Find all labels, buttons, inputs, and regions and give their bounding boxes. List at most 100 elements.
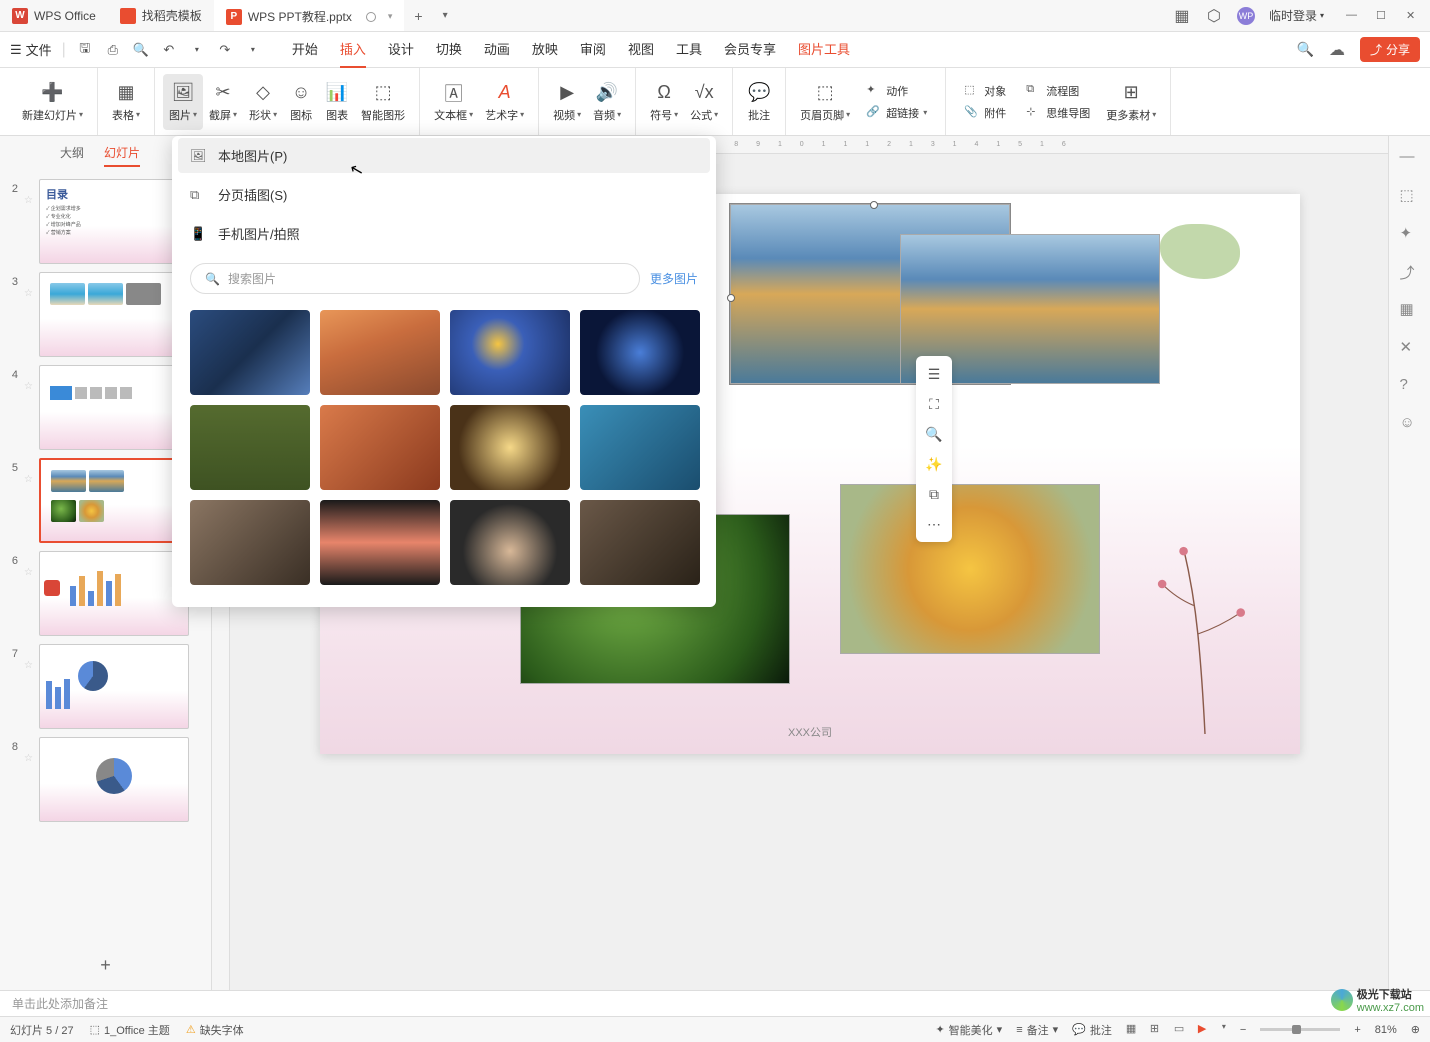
tab-slideshow[interactable]: 放映 bbox=[532, 31, 558, 68]
maximize-button[interactable]: ☐ bbox=[1376, 9, 1390, 23]
dd-thumb-crypto[interactable] bbox=[450, 310, 570, 395]
slide-thumbnail-7[interactable]: 7 ☆ bbox=[0, 640, 211, 733]
undo-icon[interactable]: ↶ bbox=[160, 41, 178, 59]
rs-share-icon[interactable]: ⤴ bbox=[1400, 262, 1420, 282]
float-crop-icon[interactable]: ⛶ bbox=[920, 390, 948, 418]
rs-minus-icon[interactable]: — bbox=[1400, 148, 1420, 168]
tab-picture-tools[interactable]: 图片工具 bbox=[798, 31, 850, 68]
tab-design[interactable]: 设计 bbox=[388, 31, 414, 68]
ribbon-mindmap[interactable]: ⊹思维导图 bbox=[1022, 103, 1094, 123]
status-smart-beautify[interactable]: ✦ 智能美化 ▾ bbox=[935, 1022, 1002, 1038]
ribbon-smartart[interactable]: ⬚ 智能图形 bbox=[355, 74, 411, 130]
ribbon-object[interactable]: ⬚对象 bbox=[960, 81, 1010, 101]
dd-page-illustration[interactable]: ⧉ 分页插图(S) bbox=[172, 175, 716, 214]
dd-local-picture[interactable]: 🖼 本地图片(P) bbox=[178, 138, 710, 173]
view-slideshow-icon[interactable]: ▶ bbox=[1198, 1022, 1214, 1038]
tab-menu-button[interactable]: ▾ bbox=[433, 10, 458, 21]
ribbon-equation[interactable]: √x 公式 ▾ bbox=[684, 74, 724, 130]
ribbon-action[interactable]: ✦动作 bbox=[862, 81, 931, 101]
dd-thumb-cat[interactable] bbox=[190, 500, 310, 585]
view-sorter-icon[interactable]: ⊞ bbox=[1150, 1022, 1166, 1038]
float-magic-icon[interactable]: ✨ bbox=[920, 450, 948, 478]
panel-tab-slides[interactable]: 幻灯片 bbox=[104, 144, 140, 167]
preview-icon[interactable]: 🔍 bbox=[132, 41, 150, 59]
rs-robot-icon[interactable]: ☺ bbox=[1400, 414, 1420, 434]
view-reading-icon[interactable]: ▭ bbox=[1174, 1022, 1190, 1038]
dd-thumb-ai[interactable] bbox=[580, 310, 700, 395]
ribbon-textbox[interactable]: 🄰 文本框 ▾ bbox=[428, 74, 479, 130]
app-tab-document[interactable]: P WPS PPT教程.pptx ▾ bbox=[214, 0, 405, 31]
dd-thumb-thinking[interactable] bbox=[450, 500, 570, 585]
print-icon[interactable]: ⎙ bbox=[104, 41, 122, 59]
ribbon-picture[interactable]: 🖼 图片 ▾ bbox=[163, 74, 203, 130]
notes-bar[interactable]: 单击此处添加备注 bbox=[0, 990, 1430, 1016]
layout-icon[interactable]: ▦ bbox=[1173, 7, 1191, 25]
slide-thumbnail-8[interactable]: 8 ☆ bbox=[0, 733, 211, 826]
cloud-icon[interactable]: ☁ bbox=[1328, 41, 1346, 59]
save-icon[interactable]: 🖫 bbox=[76, 41, 94, 59]
ribbon-screenshot[interactable]: ✂ 截屏 ▾ bbox=[203, 74, 243, 130]
package-icon[interactable]: ⬡ bbox=[1205, 7, 1223, 25]
float-zoom-icon[interactable]: 🔍 bbox=[920, 420, 948, 448]
dd-thumb-architecture[interactable] bbox=[190, 310, 310, 395]
redo-icon[interactable]: ↷ bbox=[216, 41, 234, 59]
tab-animation[interactable]: 动画 bbox=[484, 31, 510, 68]
ribbon-attachment[interactable]: 📎附件 bbox=[960, 103, 1010, 123]
rs-design-icon[interactable]: ⬚ bbox=[1400, 186, 1420, 206]
zoom-level[interactable]: 81% bbox=[1375, 1024, 1397, 1036]
ribbon-symbol[interactable]: Ω 符号 ▾ bbox=[644, 74, 684, 130]
rs-effect-icon[interactable]: ✦ bbox=[1400, 224, 1420, 244]
ribbon-header-footer[interactable]: ⬚ 页眉页脚 ▾ bbox=[794, 74, 856, 130]
dd-thumb-flamingo[interactable] bbox=[320, 500, 440, 585]
dd-thumb-bacteria[interactable] bbox=[580, 405, 700, 490]
add-tab-button[interactable]: + bbox=[404, 8, 432, 24]
app-tab-template[interactable]: 找稻壳模板 bbox=[108, 0, 214, 31]
status-comments[interactable]: 💬 批注 bbox=[1072, 1022, 1112, 1038]
dd-thumb-welding[interactable] bbox=[450, 405, 570, 490]
zoom-thumb[interactable] bbox=[1292, 1025, 1301, 1034]
dd-thumb-canyon[interactable] bbox=[320, 310, 440, 395]
canvas-company-text[interactable]: XXX公司 bbox=[788, 724, 832, 740]
tab-member[interactable]: 会员专享 bbox=[724, 31, 776, 68]
ribbon-chart[interactable]: 📊 图表 bbox=[319, 74, 355, 130]
float-more-icon[interactable]: ⋯ bbox=[920, 510, 948, 538]
rs-help-icon[interactable]: ? bbox=[1400, 376, 1420, 396]
panel-tab-outline[interactable]: 大纲 bbox=[60, 144, 84, 167]
tab-dropdown-icon[interactable]: ▾ bbox=[388, 11, 393, 22]
dd-thumb-dna[interactable] bbox=[320, 405, 440, 490]
login-button[interactable]: 临时登录 ▾ bbox=[1269, 7, 1324, 24]
search-icon[interactable]: 🔍 bbox=[1297, 41, 1314, 58]
canvas-shape-brush[interactable] bbox=[1160, 224, 1240, 279]
file-menu[interactable]: ☰ 文件 bbox=[10, 40, 52, 59]
tab-view[interactable]: 视图 bbox=[628, 31, 654, 68]
minimize-button[interactable]: — bbox=[1346, 9, 1360, 23]
view-dropdown-icon[interactable]: ▾ bbox=[1222, 1022, 1226, 1038]
add-slide-button[interactable]: + bbox=[0, 941, 211, 990]
status-theme[interactable]: ⬚ 1_Office 主题 bbox=[90, 1022, 170, 1038]
close-button[interactable]: ✕ bbox=[1406, 9, 1420, 23]
tab-transition[interactable]: 切换 bbox=[436, 31, 462, 68]
zoom-in-button[interactable]: + bbox=[1354, 1024, 1360, 1036]
dd-thumb-field[interactable] bbox=[190, 405, 310, 490]
ribbon-new-slide[interactable]: ➕ 新建幻灯片 ▾ bbox=[16, 74, 89, 130]
rs-template-icon[interactable]: ▦ bbox=[1400, 300, 1420, 320]
ribbon-video[interactable]: ▶ 视频 ▾ bbox=[547, 74, 587, 130]
zoom-out-button[interactable]: − bbox=[1240, 1024, 1246, 1036]
tab-insert[interactable]: 插入 bbox=[340, 31, 366, 68]
dd-thumb-gym[interactable] bbox=[580, 500, 700, 585]
ribbon-audio[interactable]: 🔊 音频 ▾ bbox=[587, 74, 627, 130]
redo-dropdown-icon[interactable]: ▾ bbox=[244, 41, 262, 59]
status-notes[interactable]: ≡ 备注 ▾ bbox=[1016, 1022, 1058, 1038]
app-tab-wps[interactable]: W WPS Office bbox=[0, 0, 108, 31]
float-copy-icon[interactable]: ⧉ bbox=[920, 480, 948, 508]
dd-more-pictures-link[interactable]: 更多图片 bbox=[650, 270, 698, 287]
canvas-image-leaf2[interactable] bbox=[840, 484, 1100, 654]
ribbon-flowchart[interactable]: ⧉流程图 bbox=[1022, 81, 1094, 101]
ribbon-table[interactable]: ▦ 表格 ▾ bbox=[106, 74, 146, 130]
tab-review[interactable]: 审阅 bbox=[580, 31, 606, 68]
user-avatar-icon[interactable]: WP bbox=[1237, 7, 1255, 25]
ribbon-icon[interactable]: ☺ 图标 bbox=[283, 74, 319, 130]
ribbon-hyperlink[interactable]: 🔗超链接 ▾ bbox=[862, 103, 931, 123]
ribbon-comment[interactable]: 💬 批注 bbox=[741, 74, 777, 130]
tab-tools[interactable]: 工具 bbox=[676, 31, 702, 68]
